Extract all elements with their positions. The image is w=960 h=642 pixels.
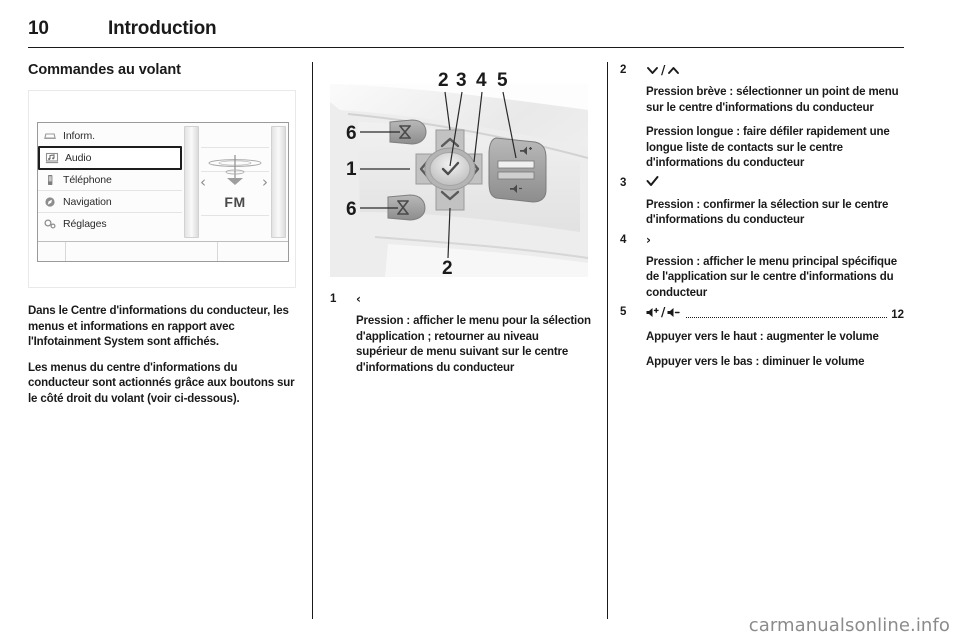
leader-dots	[686, 317, 888, 318]
svg-text:6: 6	[346, 123, 357, 144]
item-paragraph: Appuyer vers le haut : augmenter le volu…	[646, 331, 879, 343]
menu-item-reglages[interactable]: Réglages	[38, 213, 182, 235]
chevron-right-icon: ›	[646, 232, 651, 247]
item-body: / 12 Appuyer vers le haut : augmenter le…	[646, 304, 904, 370]
checkmark-glyph	[646, 175, 659, 186]
control-item-1: 1 ‹ Pression : afficher le menu pour la …	[330, 291, 592, 376]
item-header: /	[646, 62, 904, 79]
item-body: / Pression brève : sélectionner un point…	[646, 62, 904, 172]
item-paragraph: Appuyer vers le bas : diminuer le volume	[646, 355, 865, 368]
slash-separator: /	[661, 63, 666, 77]
middle-column: 2 3 4 5 2 6 6 1 1 ‹ Pression : afficher	[330, 62, 592, 379]
settings-gears-icon	[42, 217, 57, 231]
site-watermark: carmanualsonline.info	[748, 615, 950, 636]
phone-icon	[42, 173, 57, 187]
item-number: 2	[620, 64, 627, 76]
infotainment-display-figure: Inform. Audio Téléphone Navigation Régla…	[28, 90, 296, 288]
svg-text:2: 2	[438, 70, 449, 91]
svg-text:1: 1	[346, 159, 357, 180]
volume-up-down-icon: /	[646, 304, 681, 321]
svg-text:2: 2	[442, 258, 453, 277]
section-title: Commandes au volant	[28, 62, 181, 78]
display-footer-bar	[38, 241, 288, 261]
page-reference[interactable]: 12	[891, 307, 904, 324]
control-item-5: 5 / 12 Appuyer vers le haut: augmenter …	[620, 304, 904, 370]
item-paragraph: Pression brève : sélectionner un point d…	[646, 86, 899, 114]
volume-down-glyph	[667, 308, 681, 317]
manual-page: 10 Introduction Commandes au volant Info…	[0, 0, 960, 642]
item-header: ‹	[356, 291, 592, 308]
page-number: 10	[28, 18, 49, 39]
car-info-icon	[42, 129, 57, 143]
item-number: 3	[620, 176, 627, 189]
item-paragraph: Pression longue : faire défiler rapideme…	[646, 126, 890, 169]
svg-text:3: 3	[456, 70, 467, 91]
menu-item-audio[interactable]: Audio	[38, 146, 182, 170]
menu-item-label: Audio	[65, 152, 92, 164]
display-menu-list: Inform. Audio Téléphone Navigation Régla…	[38, 123, 182, 241]
control-item-3: 3 Pression : confirmer la sélection sur …	[620, 175, 904, 229]
steering-wheel-controls-figure: 2 3 4 5 2 6 6 1	[330, 62, 588, 277]
footer-cell-3[interactable]	[218, 242, 288, 261]
svg-text:5: 5	[497, 70, 508, 91]
display-source-panel: ‹ FM ›	[200, 123, 269, 241]
item-body: ‹ Pression : afficher le menu pour la sé…	[356, 291, 592, 376]
column-divider-1	[312, 62, 313, 619]
left-paragraph-1: Dans le Centre d'informations du conduct…	[28, 305, 289, 348]
volume-up-glyph	[646, 307, 659, 317]
antenna-icon	[206, 154, 264, 193]
volume-rocker	[488, 137, 547, 203]
left-column: Commandes au volant Inform. Audio Téléph…	[28, 62, 300, 417]
chevron-down-glyph	[647, 67, 658, 74]
page-title: Introduction	[108, 18, 217, 39]
svg-text:4: 4	[476, 70, 487, 91]
menu-item-label: Réglages	[63, 218, 107, 230]
item-paragraph: Pression : afficher le menu principal sp…	[646, 255, 897, 299]
item-paragraph: Pression : afficher le menu pour la séle…	[356, 315, 591, 374]
item-number: 1	[330, 293, 337, 305]
svg-text:6: 6	[346, 199, 357, 220]
chevron-down-up-icon: /	[646, 62, 680, 79]
control-item-4: 4 › Pression : afficher le menu principa…	[620, 232, 904, 302]
chevron-up-glyph	[668, 67, 680, 74]
fm-label: FM	[224, 194, 246, 210]
item-number: 5	[620, 306, 627, 318]
display-frame: Inform. Audio Téléphone Navigation Régla…	[37, 122, 289, 262]
item-number: 4	[620, 233, 627, 246]
chevron-left-icon: ‹	[356, 292, 361, 306]
navigation-compass-icon	[42, 195, 57, 209]
left-paragraph-2: Les menus du centre d'informations du co…	[28, 361, 295, 405]
page-header: 10 Introduction	[28, 18, 904, 52]
footer-cell-2[interactable]	[66, 242, 218, 261]
menu-item-inform[interactable]: Inform.	[38, 125, 182, 147]
menu-item-navigation[interactable]: Navigation	[38, 191, 182, 213]
item-paragraph: Pression : confirmer la sélection sur le…	[646, 198, 889, 227]
header-divider	[28, 47, 904, 48]
menu-item-label: Navigation	[63, 195, 112, 208]
audio-note-icon	[44, 151, 59, 165]
footer-cell-1[interactable]	[38, 242, 66, 261]
menu-item-label: Téléphone	[63, 173, 112, 186]
slash-separator: /	[661, 305, 666, 319]
item-header: / 12	[646, 304, 904, 324]
control-item-2: 2 / Pression brève : sélectionner un poi…	[620, 62, 904, 172]
display-scrollbar-left[interactable]	[184, 126, 199, 238]
display-body: Inform. Audio Téléphone Navigation Régla…	[38, 123, 288, 241]
item-body: Pression : confirmer la sélection sur le…	[646, 175, 904, 229]
display-scrollbar-right[interactable]	[271, 126, 286, 238]
item-header: ›	[646, 232, 904, 249]
item-header	[646, 175, 904, 192]
fm-source-block: FM	[206, 154, 264, 210]
menu-item-label: Inform.	[63, 129, 95, 142]
item-body: › Pression : afficher le menu principal …	[646, 232, 904, 302]
checkmark-icon	[646, 175, 659, 187]
column-divider-2	[607, 62, 608, 619]
menu-item-telephone[interactable]: Téléphone	[38, 169, 182, 191]
right-column: 2 / Pression brève : sélectionner un poi…	[620, 62, 904, 373]
